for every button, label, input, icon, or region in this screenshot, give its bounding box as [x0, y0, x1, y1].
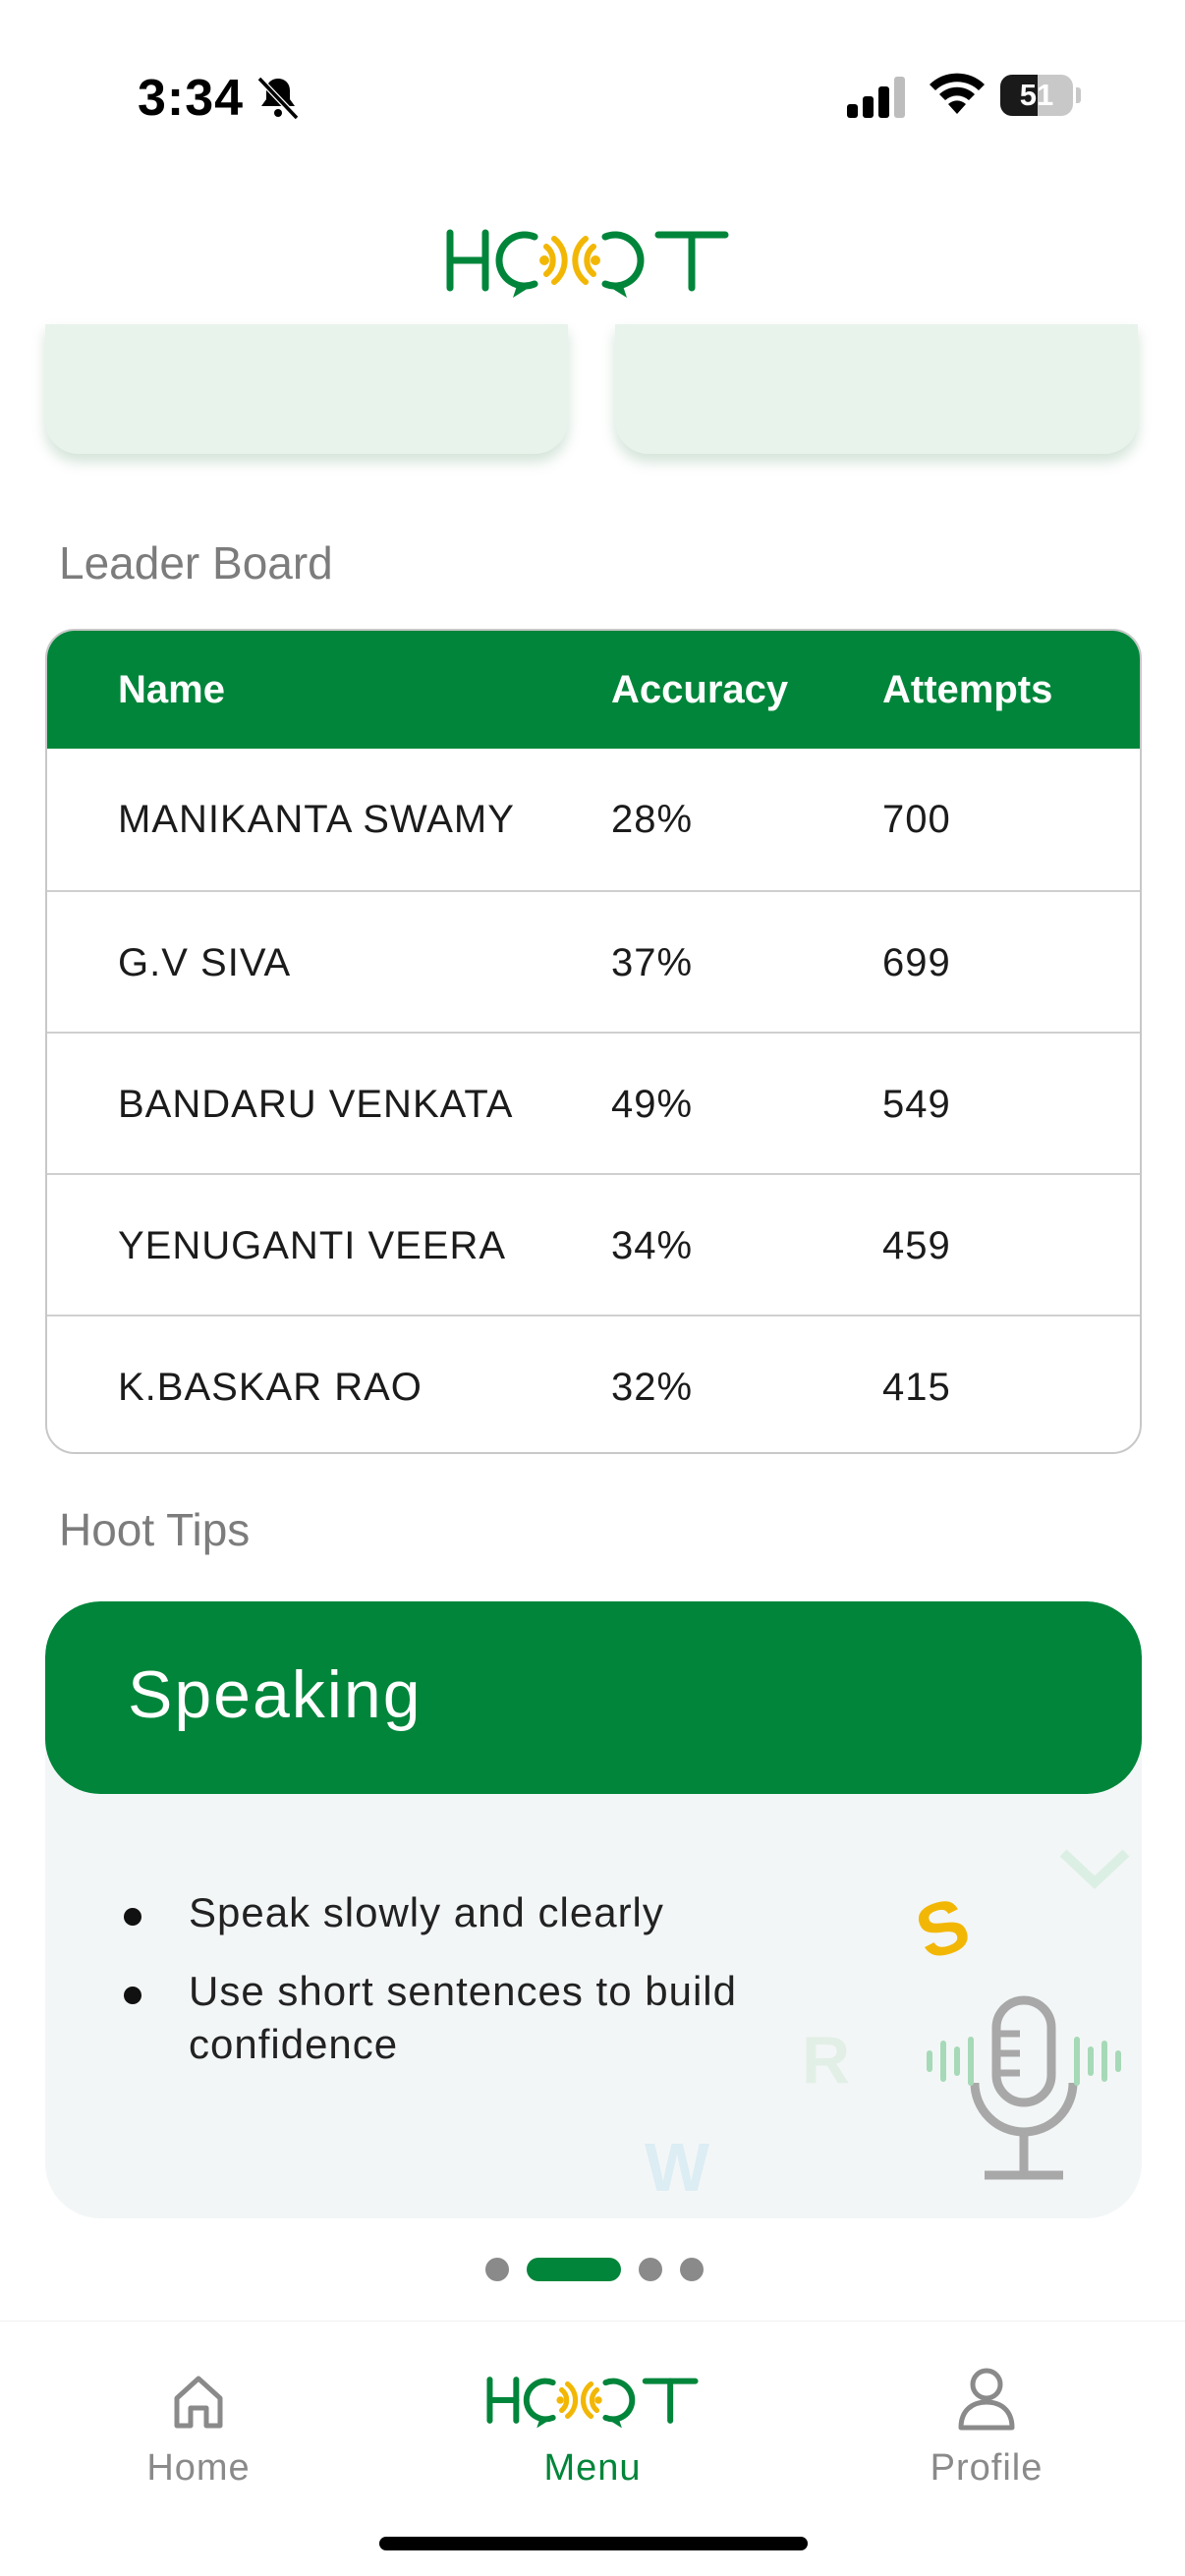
status-bar: 3:34 51: [0, 0, 1185, 187]
feature-card-left[interactable]: [45, 324, 568, 454]
row-name: MANIKANTA SWAMY: [118, 798, 515, 841]
table-row: BANDARU VENKATA 49% 549: [47, 1032, 1140, 1173]
profile-icon: [958, 2368, 1015, 2431]
page-dot-3[interactable]: [639, 2258, 662, 2281]
nav-menu-label: Menu: [543, 2447, 642, 2489]
nav-menu[interactable]: Menu: [475, 2345, 710, 2489]
nav-profile-label: Profile: [930, 2447, 1044, 2489]
row-attempts: 549: [882, 1083, 951, 1126]
row-name: YENUGANTI VEERA: [118, 1224, 507, 1267]
letter-r-decoration: R: [802, 2023, 851, 2098]
home-icon: [174, 2376, 223, 2429]
tip-item: Use short sentences to build confidence: [124, 1965, 871, 2071]
nav-home-label: Home: [146, 2447, 251, 2489]
letter-s-decoration: S: [906, 1881, 980, 1977]
bell-muted-icon: [256, 76, 300, 121]
row-name: BANDARU VENKATA: [118, 1083, 514, 1126]
table-row: MANIKANTA SWAMY 28% 700: [47, 749, 1140, 890]
row-accuracy: 32%: [611, 1366, 694, 1409]
row-accuracy: 49%: [611, 1083, 694, 1126]
chevron-decoration-icon: [1059, 1849, 1130, 1889]
row-attempts: 699: [882, 941, 951, 984]
page-dot-1[interactable]: [485, 2258, 509, 2281]
microphone-icon: [927, 1995, 1121, 2180]
row-attempts: 415: [882, 1366, 951, 1409]
nav-profile[interactable]: Profile: [869, 2345, 1104, 2489]
table-row: G.V SIVA 37% 699: [47, 890, 1140, 1032]
cellular-signal-icon: [847, 77, 905, 118]
tip-card[interactable]: Speaking Speak slowly and clearly Use sh…: [45, 1601, 1142, 2218]
leaderboard-table: Name Accuracy Attempts MANIKANTA SWAMY 2…: [45, 629, 1142, 1454]
status-time: 3:34: [138, 70, 245, 127]
row-name: K.BASKAR RAO: [118, 1366, 423, 1409]
hoot-logo-icon: [486, 2377, 699, 2429]
wifi-icon: [930, 73, 985, 114]
page-dot-4[interactable]: [680, 2258, 704, 2281]
leaderboard-header: Name Accuracy Attempts: [47, 631, 1140, 749]
row-attempts: 700: [882, 798, 951, 841]
tip-item: Speak slowly and clearly: [124, 1886, 871, 1939]
column-header-attempts: Attempts: [882, 668, 1053, 711]
column-header-accuracy: Accuracy: [611, 668, 789, 711]
column-header-name: Name: [118, 668, 225, 711]
table-row: K.BASKAR RAO 32% 415: [47, 1315, 1140, 1452]
tip-card-title: Speaking: [128, 1657, 423, 1732]
row-name: G.V SIVA: [118, 941, 292, 984]
carousel-pagination: [0, 2254, 1185, 2283]
row-accuracy: 37%: [611, 941, 694, 984]
row-accuracy: 28%: [611, 798, 694, 841]
nav-home[interactable]: Home: [81, 2345, 316, 2489]
leaderboard-title: Leader Board: [59, 537, 333, 588]
letter-w-decoration: W: [645, 2129, 710, 2206]
tip-list: Speak slowly and clearly Use short sente…: [124, 1886, 871, 2097]
table-row: YENUGANTI VEERA 34% 459: [47, 1173, 1140, 1315]
tips-title: Hoot Tips: [59, 1504, 251, 1555]
page-dot-2-active[interactable]: [527, 2258, 621, 2281]
battery-level: 51: [1019, 78, 1054, 112]
feature-card-right[interactable]: [615, 324, 1138, 454]
tip-card-header: Speaking: [45, 1601, 1142, 1794]
row-attempts: 459: [882, 1224, 951, 1267]
home-indicator[interactable]: [379, 2537, 808, 2550]
battery-icon: 51: [1000, 75, 1081, 116]
hoot-logo: [446, 229, 729, 298]
row-accuracy: 34%: [611, 1224, 694, 1267]
